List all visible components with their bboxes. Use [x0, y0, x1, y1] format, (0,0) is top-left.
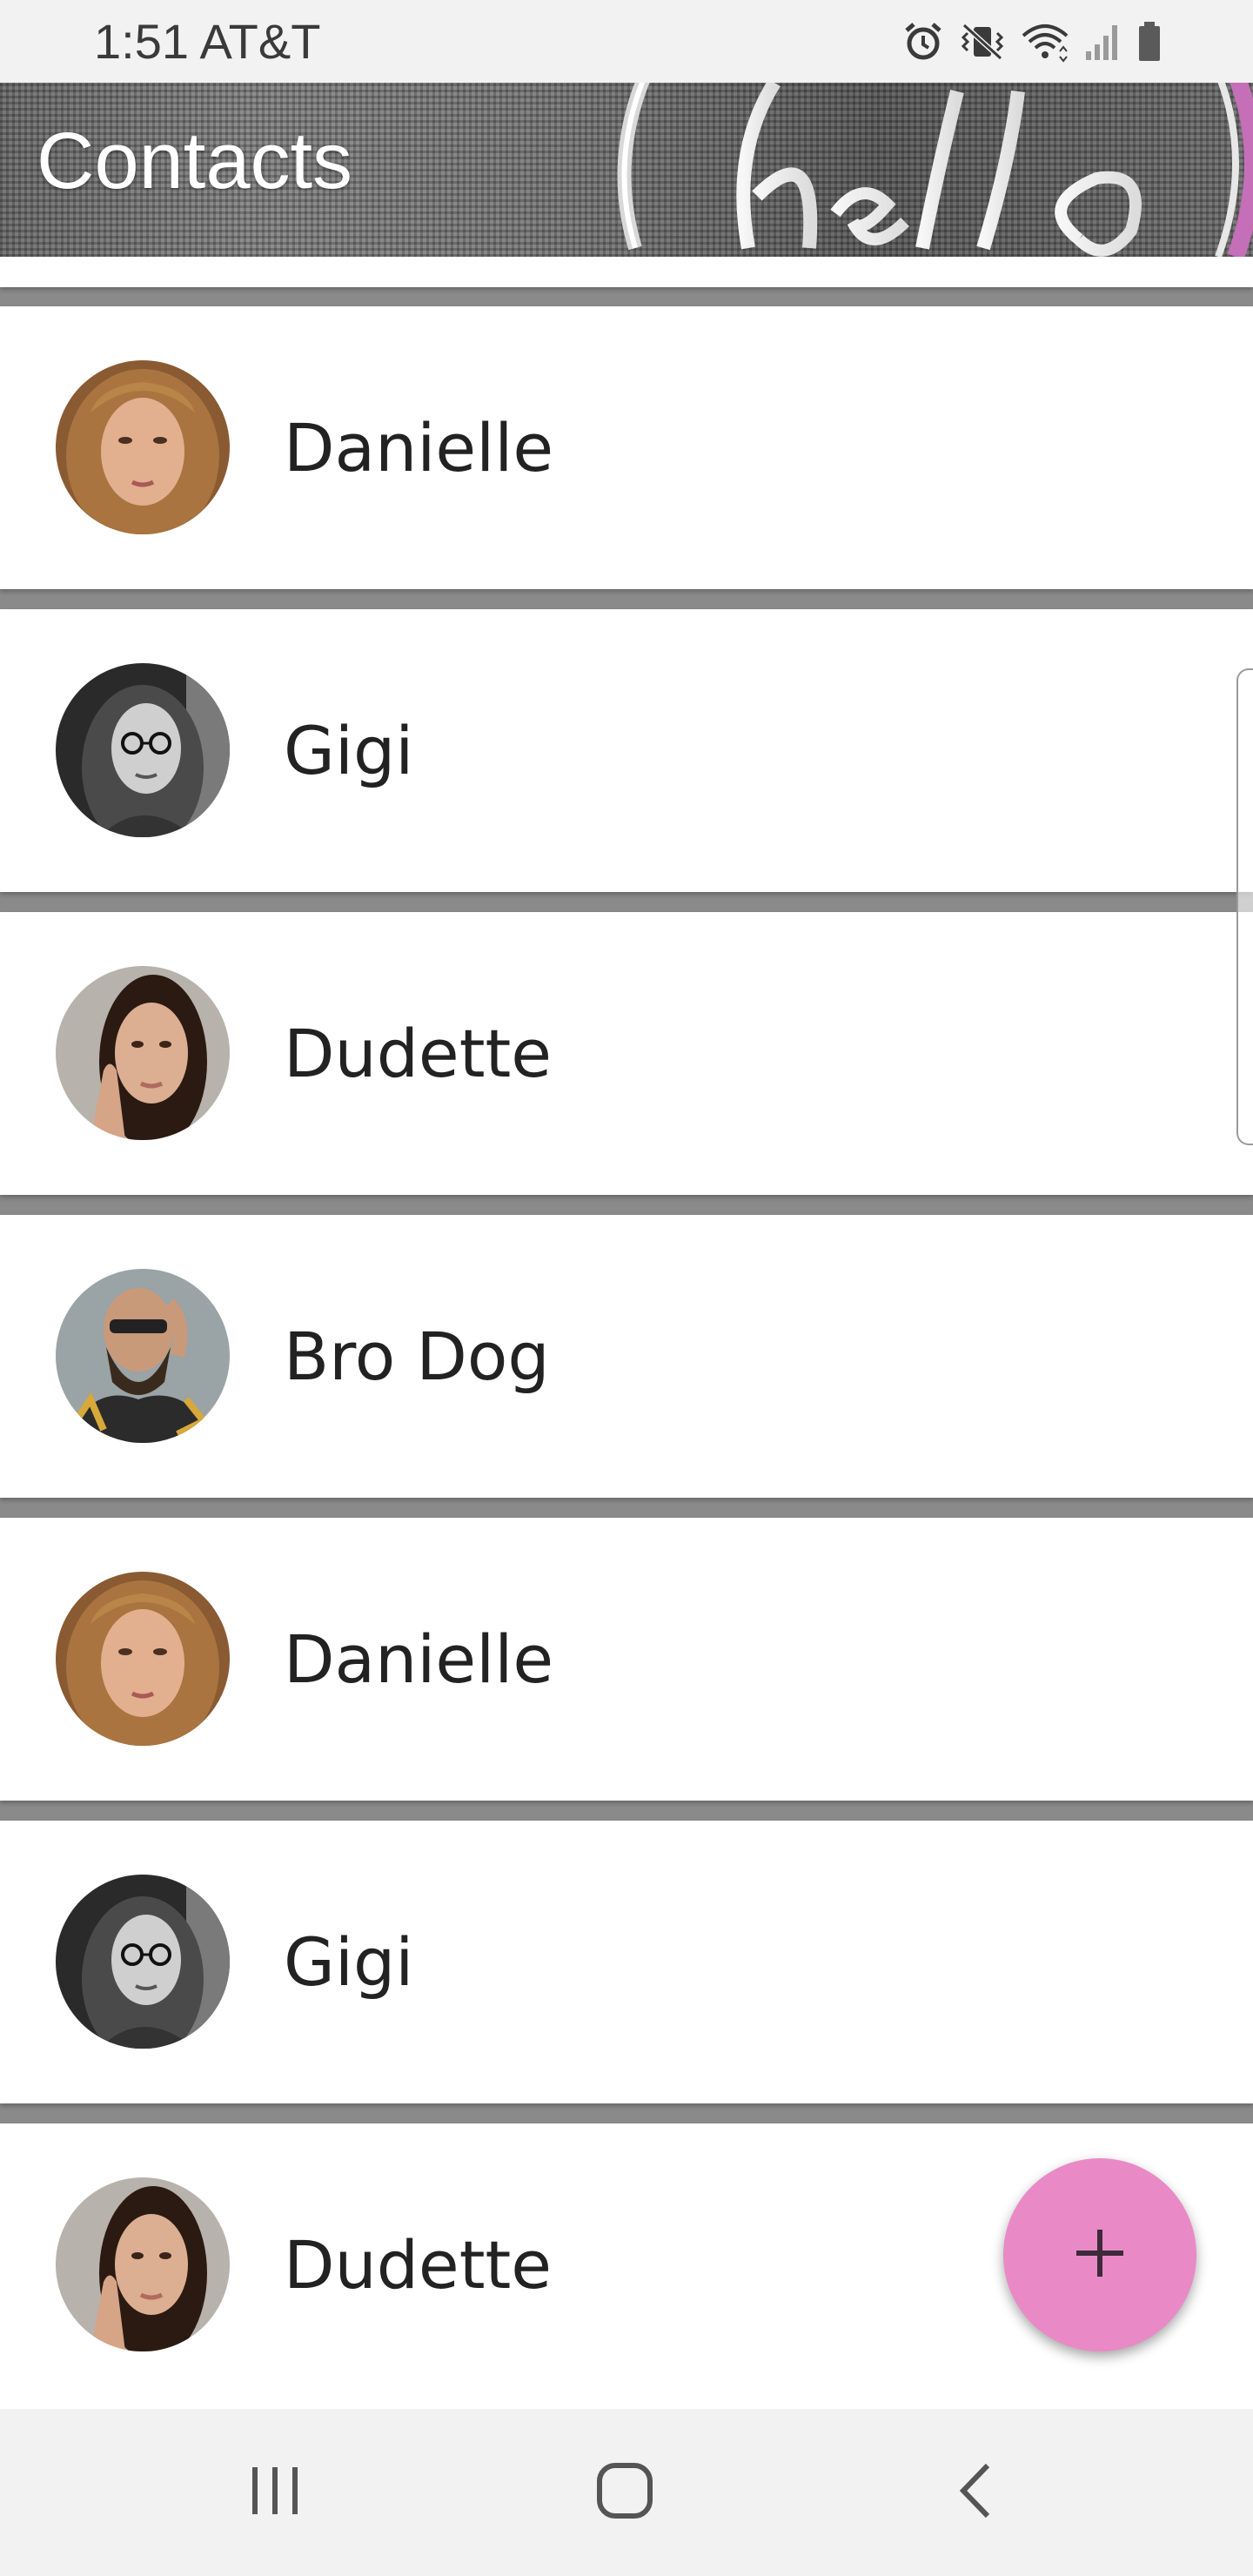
app-bar: Contacts: [0, 83, 1253, 257]
wifi-icon: [1020, 20, 1070, 64]
contact-card[interactable]: Dudette: [0, 912, 1253, 1195]
add-contact-button[interactable]: [1003, 2158, 1196, 2351]
alarm-icon: [901, 20, 945, 64]
dudette-avatar: [56, 2177, 230, 2351]
contact-name: Bro Dog: [284, 1318, 550, 1395]
contact-card[interactable]: Bro Dog: [0, 1215, 1253, 1498]
status-time: 1:51 AT&T: [94, 14, 321, 69]
signal-icon: [1084, 20, 1122, 64]
danielle-avatar: [56, 360, 230, 534]
danielle-avatar: [56, 1572, 230, 1746]
contact-name: Gigi: [284, 1923, 414, 2001]
contact-card[interactable]: Danielle: [0, 1518, 1253, 1801]
recent-apps-icon: [245, 2460, 305, 2526]
gigi-avatar: [56, 1875, 230, 2049]
contact-name: Gigi: [284, 712, 414, 789]
list-item-partial[interactable]: [0, 257, 1253, 287]
dudette-avatar: [56, 966, 230, 1140]
contact-name: Dudette: [284, 2226, 553, 2304]
home-icon: [594, 2460, 655, 2526]
bro-dog-avatar: [56, 1269, 230, 1443]
contact-card[interactable]: Danielle: [0, 306, 1253, 589]
fast-scroll-handle[interactable]: [1236, 668, 1253, 1145]
back-icon: [944, 2460, 1005, 2526]
vibrate-mute-icon: [959, 20, 1006, 64]
battery-icon: [1136, 20, 1163, 64]
contact-name: Dudette: [284, 1015, 553, 1092]
contact-card[interactable]: Gigi: [0, 609, 1253, 892]
home-button[interactable]: [555, 2409, 694, 2576]
plus-icon: [1069, 2223, 1130, 2288]
system-nav-bar: [0, 2409, 1253, 2576]
contact-card[interactable]: Gigi: [0, 1821, 1253, 2103]
page-title: Contacts: [37, 117, 353, 205]
contact-name: Danielle: [284, 409, 554, 486]
status-icons: [901, 16, 1163, 68]
recent-apps-button[interactable]: [205, 2409, 345, 2576]
status-bar: 1:51 AT&T: [0, 0, 1253, 83]
neon-hello-image: [617, 83, 1253, 257]
contact-name: Danielle: [284, 1620, 554, 1698]
back-button[interactable]: [905, 2409, 1044, 2576]
gigi-avatar: [56, 663, 230, 837]
